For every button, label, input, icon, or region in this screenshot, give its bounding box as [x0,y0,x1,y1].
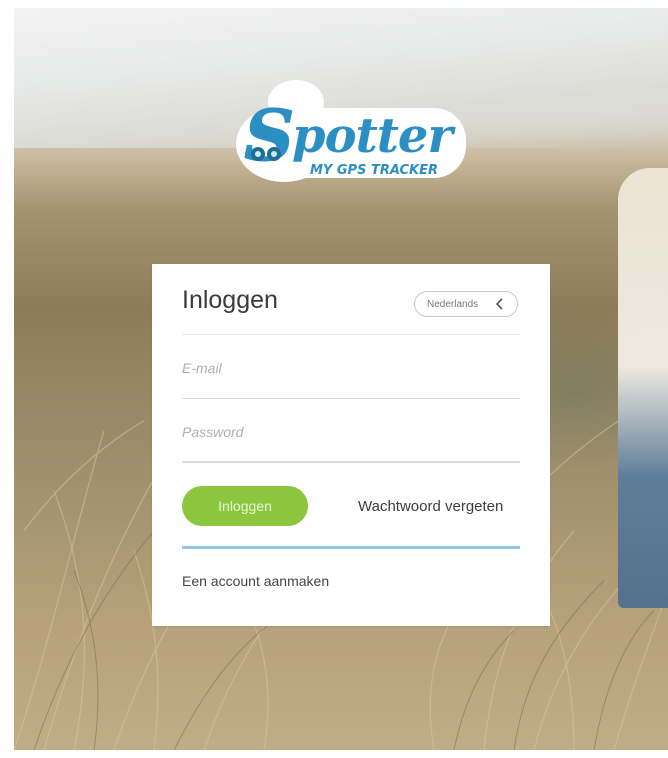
language-selector[interactable]: Nederlands [414,291,518,317]
email-underline [182,398,520,399]
svg-text:potter: potter [292,108,456,164]
login-button[interactable]: Inloggen [182,486,308,526]
password-field[interactable] [182,418,520,446]
chevron-left-icon [495,298,503,310]
create-account-link[interactable]: Een account aanmaken [182,573,329,589]
password-underline [182,461,520,463]
login-card: Inloggen Nederlands Inloggen Wachtwoord … [152,264,550,626]
spotter-logo: S potter MY GPS TRACKER [236,80,466,182]
svg-text:MY GPS TRACKER: MY GPS TRACKER [310,163,438,178]
header-divider [182,334,520,335]
email-field[interactable] [182,354,520,382]
language-label: Nederlands [427,298,479,310]
login-title: Inloggen [182,286,278,314]
forgot-password-link[interactable]: Wachtwoord vergeten [358,498,503,515]
background-person [618,168,668,608]
svg-text:S: S [244,94,295,177]
accent-divider [182,546,520,549]
